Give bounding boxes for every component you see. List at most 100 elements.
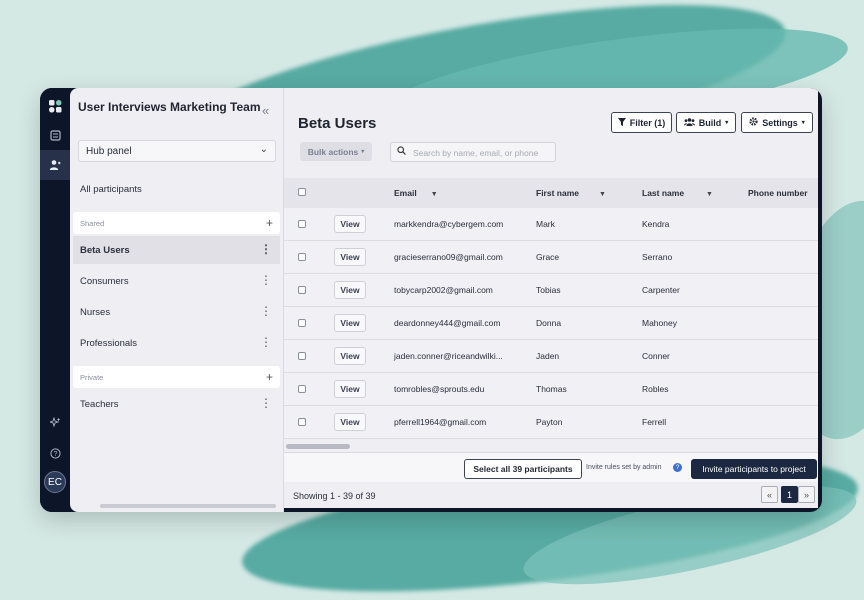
previous-page-icon[interactable]: « <box>761 486 778 503</box>
table-horizontal-scrollbar[interactable] <box>286 444 350 449</box>
last-name-cell: Ferrell <box>642 417 667 427</box>
first-name-cell: Donna <box>536 318 562 328</box>
more-options-icon[interactable]: ⋮ <box>260 304 272 318</box>
search-icon <box>397 146 406 158</box>
view-button[interactable]: View <box>334 215 366 233</box>
row-checkbox[interactable] <box>298 220 306 228</box>
sort-caret-icon[interactable]: ▼ <box>706 191 713 198</box>
first-name-cell: Payton <box>536 417 563 427</box>
sort-caret-icon[interactable]: ▼ <box>599 191 606 198</box>
row-checkbox[interactable] <box>298 253 306 261</box>
build-button[interactable]: Build ▾ <box>676 112 736 133</box>
info-icon[interactable]: ? <box>673 463 682 472</box>
sparkle-icon[interactable] <box>47 414 63 430</box>
column-header-last-name[interactable]: Last name ▼ <box>642 188 713 198</box>
next-page-icon[interactable]: » <box>798 486 815 503</box>
last-name-cell: Kendra <box>642 219 670 229</box>
column-header-email[interactable]: Email ▼ <box>394 188 438 198</box>
search-input[interactable]: Search by name, email, or phone <box>390 142 556 162</box>
row-checkbox[interactable] <box>298 385 306 393</box>
sidebar-item-label: Beta Users <box>80 245 130 256</box>
sidebar-item-label: Consumers <box>80 276 129 287</box>
caret-down-icon: ▾ <box>801 120 805 126</box>
table-row[interactable]: View deardonney444@gmail.com Donna Mahon… <box>284 307 818 340</box>
row-checkbox[interactable] <box>298 286 306 294</box>
gear-icon <box>749 117 758 128</box>
add-shared-segment-icon[interactable]: + <box>266 216 273 230</box>
view-button[interactable]: View <box>334 314 366 332</box>
sidebar-item-beta-users[interactable]: Beta Users ⋮ <box>73 236 280 264</box>
more-options-icon[interactable]: ⋮ <box>260 273 272 287</box>
column-header-first-name[interactable]: First name ▼ <box>536 188 606 198</box>
settings-button[interactable]: Settings ▾ <box>741 112 813 133</box>
participants-icon[interactable] <box>47 157 63 173</box>
bulk-actions-button[interactable]: Bulk actions ▾ <box>300 142 372 161</box>
users-icon <box>683 117 695 128</box>
sidebar-item-nurses[interactable]: Nurses ⋮ <box>73 298 280 326</box>
first-name-cell: Jaden <box>536 351 560 361</box>
table-row[interactable]: View tobycarp2002@gmail.com Tobias Carpe… <box>284 274 818 307</box>
caret-down-icon: ▾ <box>725 120 729 126</box>
hub-panel-select[interactable]: Hub panel ⌄ <box>78 140 276 162</box>
more-options-icon[interactable]: ⋮ <box>260 396 272 410</box>
email-cell: markkendra@cybergem.com <box>394 219 504 229</box>
table-footer-actions: Select all 39 participants Invite rules … <box>284 452 818 482</box>
select-all-participants-button[interactable]: Select all 39 participants <box>464 459 582 479</box>
pagination-bar: Showing 1 - 39 of 39 « 1 » <box>284 482 818 508</box>
view-button[interactable]: View <box>334 413 366 431</box>
row-checkbox[interactable] <box>298 418 306 426</box>
table-row[interactable]: View markkendra@cybergem.com Mark Kendra <box>284 208 818 241</box>
avatar[interactable]: EC <box>44 471 66 493</box>
sidebar-item-label: Teachers <box>80 399 119 410</box>
row-checkbox[interactable] <box>298 352 306 360</box>
email-cell: tobycarp2002@gmail.com <box>394 285 493 295</box>
svg-text:?: ? <box>53 451 57 458</box>
build-label: Build <box>698 117 722 128</box>
column-header-phone-number[interactable]: Phone number <box>748 188 808 198</box>
select-all-checkbox[interactable] <box>298 188 306 196</box>
table-row[interactable]: View gracieserrano09@gmail.com Grace Ser… <box>284 241 818 274</box>
row-checkbox[interactable] <box>298 319 306 327</box>
sidebar-scrollbar[interactable] <box>100 504 276 508</box>
last-name-cell: Robles <box>642 384 669 394</box>
last-name-cell: Mahoney <box>642 318 677 328</box>
more-options-icon[interactable]: ⋮ <box>260 242 272 256</box>
logo-icon[interactable] <box>47 98 63 114</box>
filter-button[interactable]: Filter (1) <box>611 112 672 133</box>
app-window: ? EC User Interviews Marketing Team « Hu… <box>40 88 822 512</box>
sidebar-item-teachers[interactable]: Teachers ⋮ <box>73 390 280 418</box>
filter-label: Filter (1) <box>629 117 666 128</box>
caret-down-icon: ▾ <box>361 149 365 155</box>
sidebar-item-label: Professionals <box>80 338 138 349</box>
more-options-icon[interactable]: ⋮ <box>260 335 272 349</box>
bulk-actions-label: Bulk actions <box>307 146 359 157</box>
add-private-segment-icon[interactable]: + <box>266 370 273 384</box>
help-icon[interactable]: ? <box>47 445 63 461</box>
view-button[interactable]: View <box>334 248 366 266</box>
email-cell: jaden.conner@riceandwilki... <box>394 351 503 361</box>
page-button-current[interactable]: 1 <box>781 486 798 503</box>
view-button[interactable]: View <box>334 347 366 365</box>
private-label: Private <box>80 373 104 382</box>
collapse-sidebar-icon[interactable]: « <box>262 103 269 118</box>
view-button[interactable]: View <box>334 380 366 398</box>
table-row[interactable]: View tomrobles@sprouts.edu Thomas Robles <box>284 373 818 406</box>
table-header: Email ▼ First name ▼ Last name ▼ Phone numb… <box>284 178 818 208</box>
all-participants-link[interactable]: All participants <box>80 184 142 195</box>
nav-rail: ? EC <box>40 88 70 512</box>
invite-participants-button[interactable]: Invite participants to project <box>691 459 817 479</box>
team-title: User Interviews Marketing Team <box>78 100 261 114</box>
sidebar: User Interviews Marketing Team « Hub pan… <box>70 88 284 512</box>
sort-caret-icon[interactable]: ▼ <box>431 191 438 198</box>
last-name-cell: Carpenter <box>642 285 680 295</box>
hub-select-value: Hub panel <box>86 146 132 157</box>
view-button[interactable]: View <box>334 281 366 299</box>
sidebar-item-consumers[interactable]: Consumers ⋮ <box>73 267 280 295</box>
table-row[interactable]: View pferrell1964@gmail.com Payton Ferre… <box>284 406 818 439</box>
private-section-header: Private + <box>73 366 280 388</box>
sidebar-item-professionals[interactable]: Professionals ⋮ <box>73 329 280 357</box>
showing-count: Showing 1 - 39 of 39 <box>293 491 376 501</box>
projects-icon[interactable] <box>47 127 63 143</box>
settings-label: Settings <box>762 117 798 128</box>
table-row[interactable]: View jaden.conner@riceandwilki... Jaden … <box>284 340 818 373</box>
